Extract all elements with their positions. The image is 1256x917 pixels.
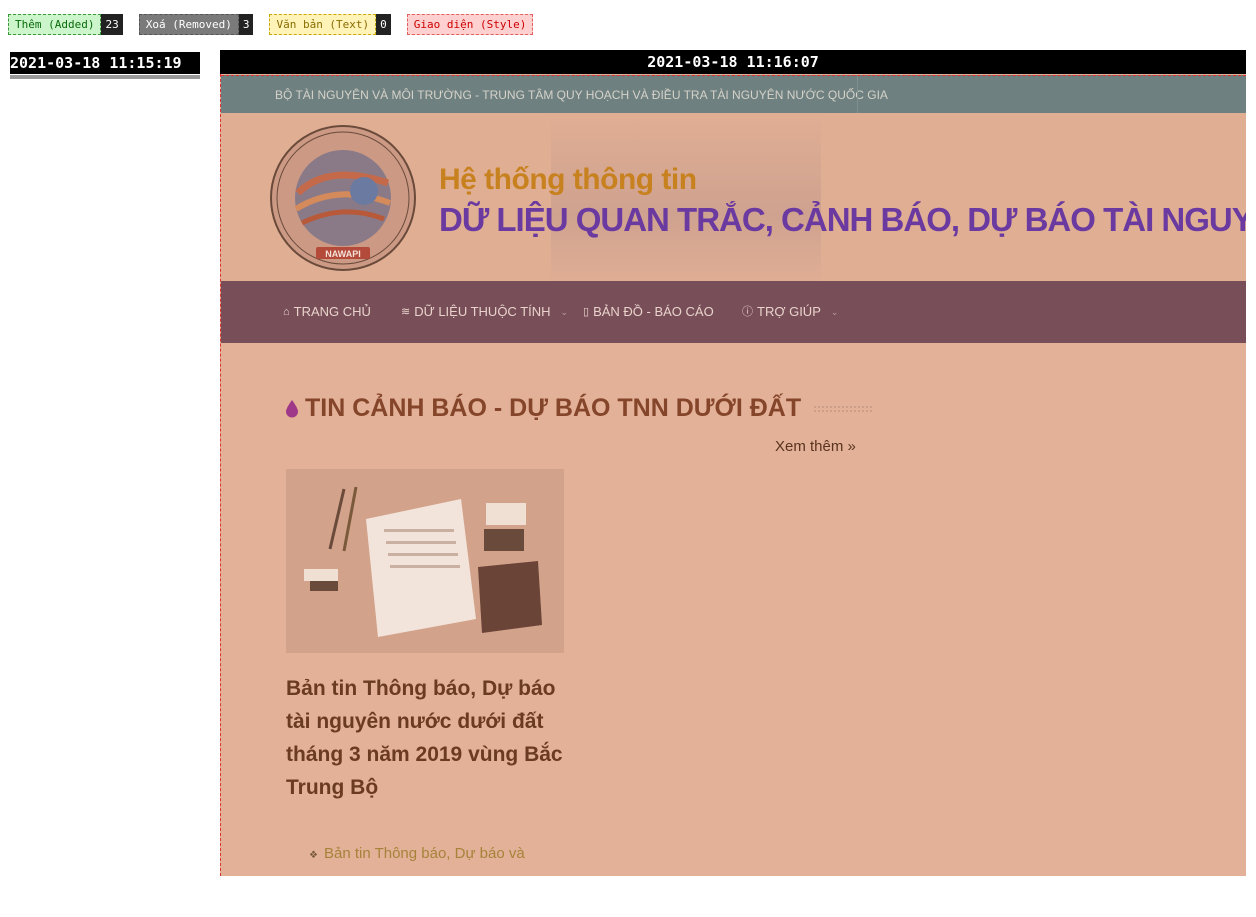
database-icon: ≋ bbox=[401, 306, 411, 318]
chevron-down-icon: ⌄ bbox=[560, 307, 569, 317]
added-badge[interactable]: Thêm (Added) 23 bbox=[8, 14, 123, 35]
diff-legend: Thêm (Added) 23 Xoá (Removed) 3 Văn bản … bbox=[8, 14, 534, 35]
banner-title: Hệ thống thông tin bbox=[439, 163, 697, 196]
page-frame: BỘ TÀI NGUYÊN VÀ MÔI TRƯỜNG - TRUNG TÂM … bbox=[220, 74, 1246, 876]
related-article-link[interactable]: ❖ Bản tin Thông báo, Dự báo và bbox=[309, 845, 525, 862]
help-icon: ⓘ bbox=[742, 306, 753, 318]
map-icon: ▯ bbox=[583, 306, 590, 318]
text-label: Văn bản (Text) bbox=[269, 14, 377, 35]
added-label: Thêm (Added) bbox=[8, 14, 102, 35]
main-nav: ⌂ TRANG CHỦ ≋ DỮ LIỆU THUỘC TÍNH ⌄ ▯ BẢN… bbox=[221, 281, 1246, 343]
related-article-text: Bản tin Thông báo, Dự báo và bbox=[323, 845, 525, 862]
nav-map-report-label: BẢN ĐỒ - BÁO CÁO bbox=[593, 304, 714, 319]
heading-decoration bbox=[813, 405, 873, 414]
see-more-link[interactable]: Xem thêm » bbox=[775, 438, 856, 455]
home-icon: ⌂ bbox=[283, 306, 290, 318]
removed-label: Xoá (Removed) bbox=[138, 14, 239, 35]
article-thumbnail[interactable] bbox=[286, 469, 564, 653]
bullet-icon: ❖ bbox=[309, 850, 318, 861]
banner-subtitle: DỮ LIỆU QUAN TRẮC, CẢNH BÁO, DỰ BÁO TÀI … bbox=[439, 201, 1246, 238]
new-snapshot-panel: 2021-03-18 11:16:07 BỘ TÀI NGUYÊN VÀ MÔI… bbox=[220, 50, 1246, 876]
nav-home[interactable]: ⌂ TRANG CHỦ bbox=[283, 281, 371, 343]
old-timestamp: 2021-03-18 11:15:19 bbox=[10, 52, 200, 74]
chevron-down-icon: ⌄ bbox=[830, 307, 839, 317]
water-drop-icon bbox=[286, 400, 298, 418]
removed-count: 3 bbox=[238, 14, 254, 35]
nav-home-label: TRANG CHỦ bbox=[293, 304, 371, 319]
nawapi-logo[interactable]: NAWAPI bbox=[268, 123, 418, 273]
style-label: Giao diện (Style) bbox=[406, 14, 534, 35]
site-banner: NAWAPI Hệ thống thông tin DỮ LIỆU QUAN T… bbox=[221, 113, 1246, 281]
old-snapshot-panel: 2021-03-18 11:15:19 bbox=[10, 52, 200, 79]
nav-map-report[interactable]: ▯ BẢN ĐỒ - BÁO CÁO bbox=[583, 281, 714, 343]
nav-attribute-data-label: DỮ LIỆU THUỘC TÍNH bbox=[414, 304, 551, 319]
logo-text: NAWAPI bbox=[325, 249, 361, 259]
site-topbar: BỘ TÀI NGUYÊN VÀ MÔI TRƯỜNG - TRUNG TÂM … bbox=[221, 75, 1246, 114]
nav-help-label: TRỢ GIÚP bbox=[757, 304, 821, 319]
section-heading-text: TIN CẢNH BÁO - DỰ BÁO TNN DƯỚI ĐẤT bbox=[305, 394, 802, 422]
text-badge[interactable]: Văn bản (Text) 0 bbox=[269, 14, 391, 35]
old-snapshot-preview bbox=[10, 75, 200, 79]
article-title-link[interactable]: Bản tin Thông báo, Dự báo tài nguyên nướ… bbox=[286, 672, 576, 804]
topbar-divider bbox=[857, 76, 858, 114]
nav-attribute-data[interactable]: ≋ DỮ LIỆU THUỘC TÍNH ⌄ bbox=[401, 281, 568, 343]
style-badge[interactable]: Giao diện (Style) bbox=[406, 14, 534, 35]
skyline-image bbox=[551, 113, 821, 281]
removed-badge[interactable]: Xoá (Removed) 3 bbox=[138, 14, 254, 35]
added-count: 23 bbox=[101, 14, 123, 35]
ministry-text: BỘ TÀI NGUYÊN VÀ MÔI TRƯỜNG - TRUNG TÂM … bbox=[275, 88, 888, 102]
nav-help[interactable]: ⓘ TRỢ GIÚP ⌄ bbox=[742, 281, 838, 343]
new-timestamp: 2021-03-18 11:16:07 bbox=[220, 50, 1246, 74]
section-heading: TIN CẢNH BÁO - DỰ BÁO TNN DƯỚI ĐẤT bbox=[285, 394, 801, 423]
text-count: 0 bbox=[376, 14, 391, 35]
